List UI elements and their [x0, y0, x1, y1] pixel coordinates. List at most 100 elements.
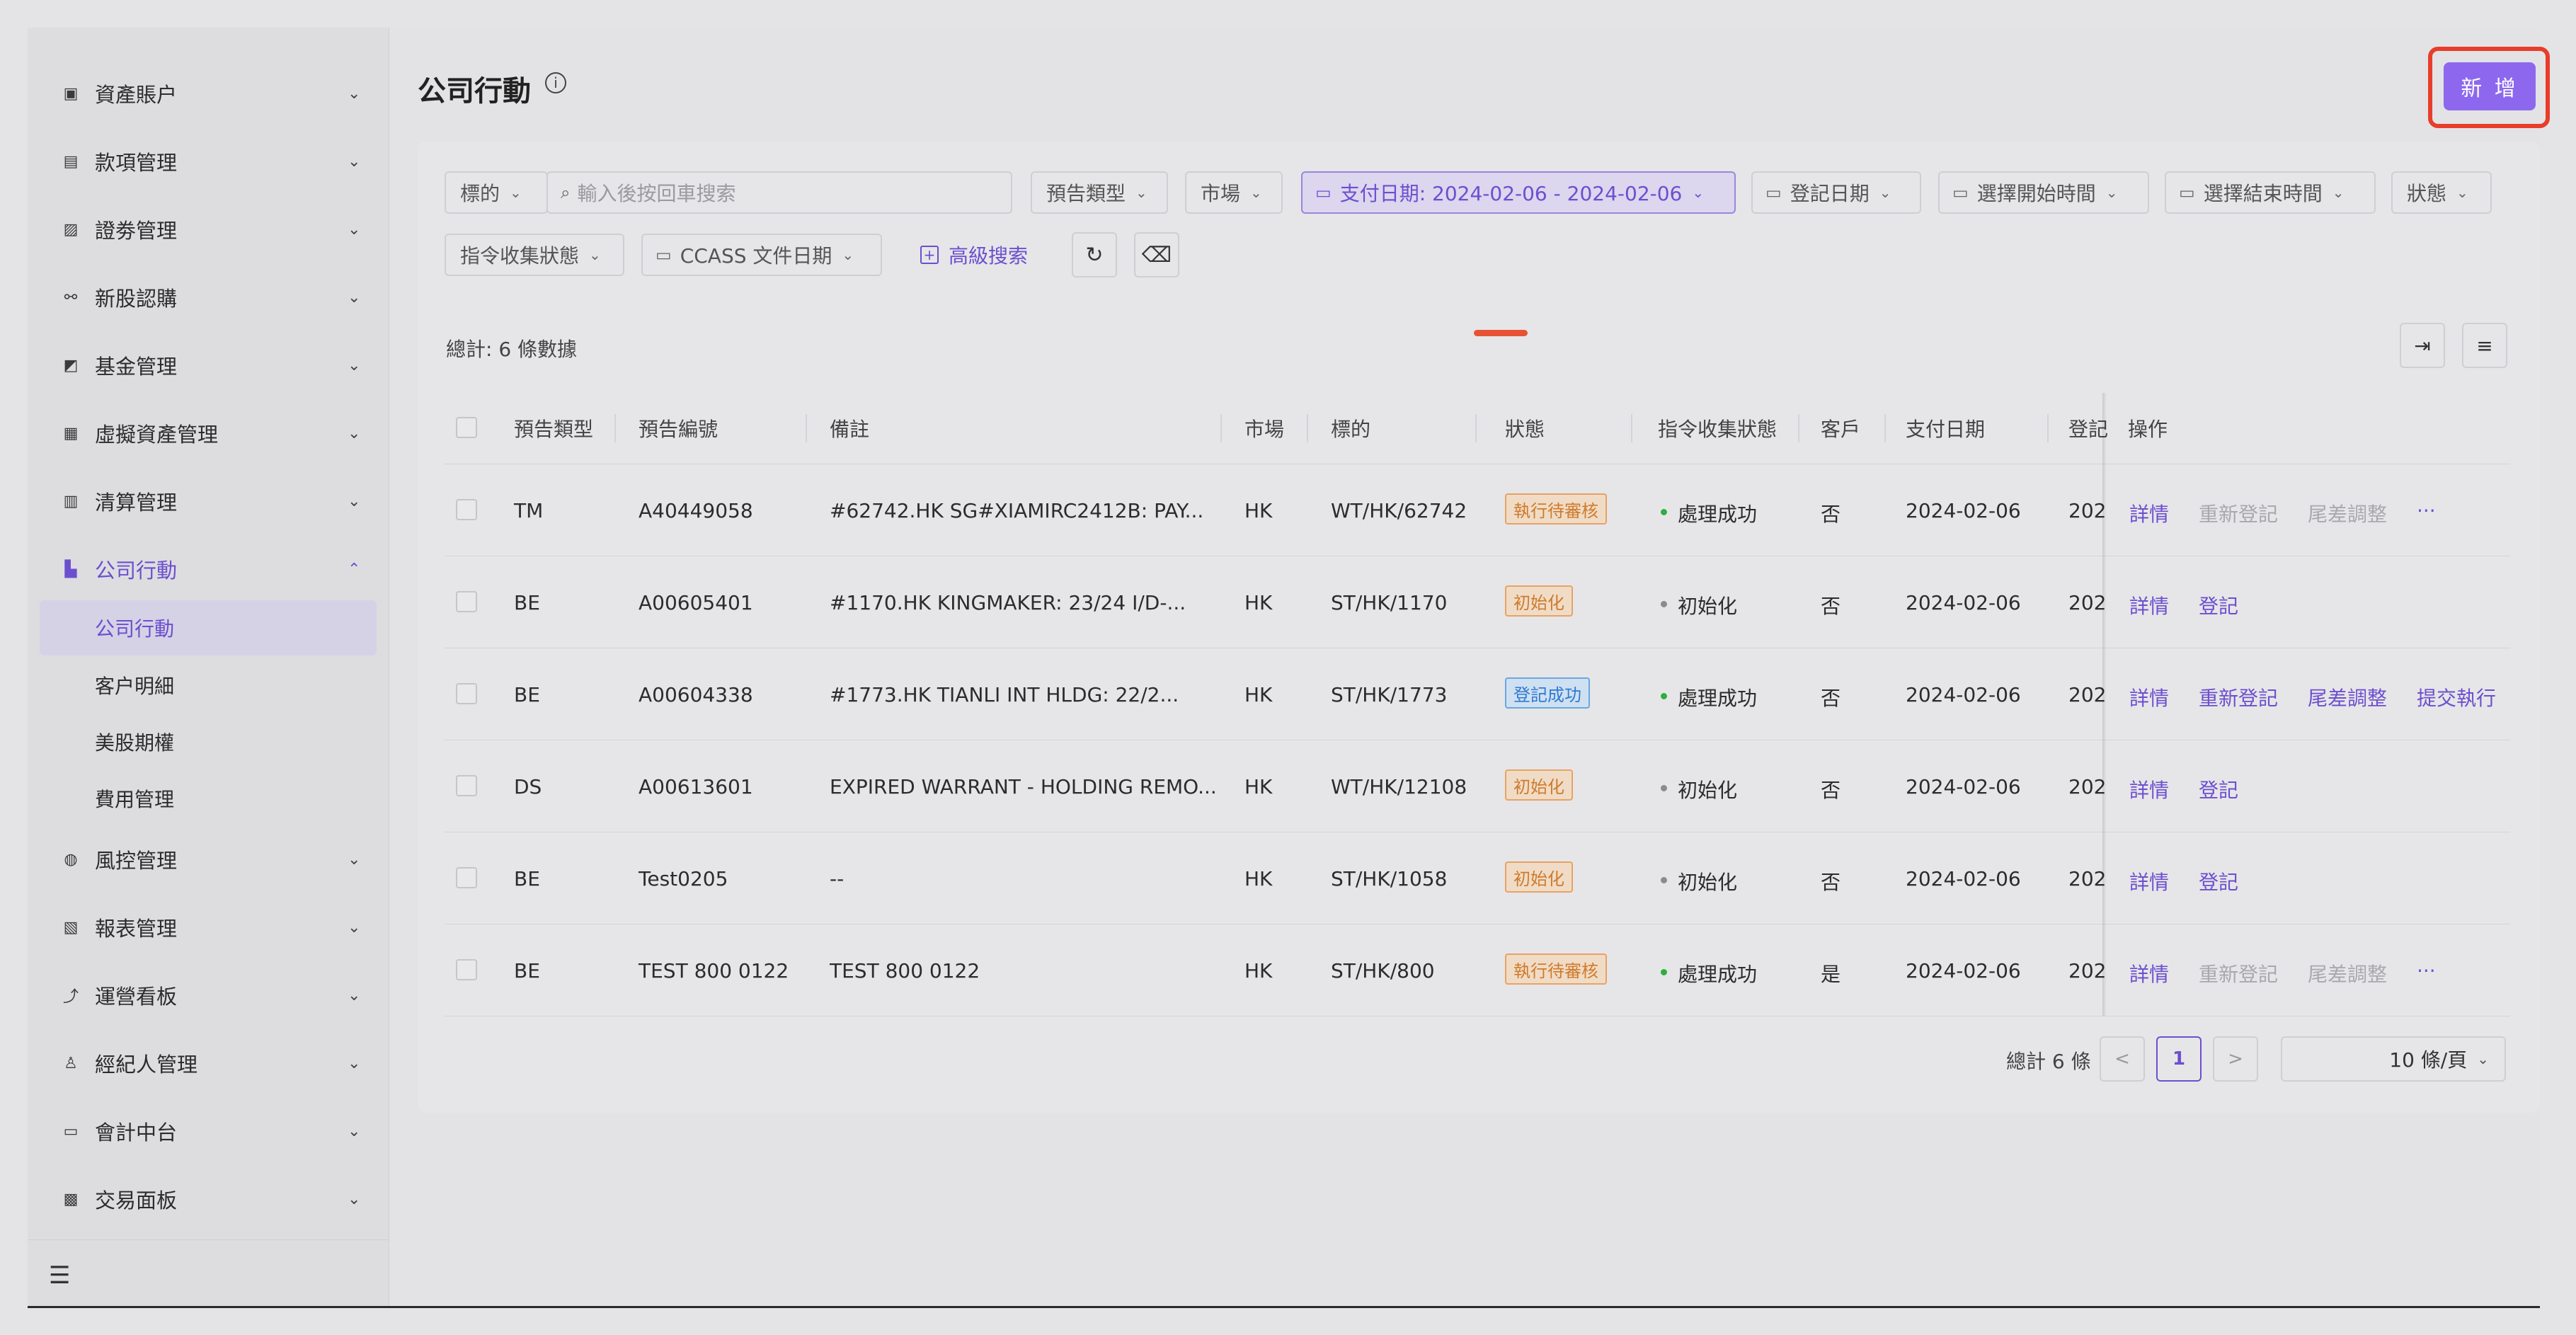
header-announce-id: 預告編號 [639, 418, 719, 441]
chart-icon: ⤴ [62, 988, 79, 1006]
row-checkbox[interactable] [456, 499, 477, 520]
end-time-picker[interactable]: ▭ 選擇結束時間 ⌄ [2165, 171, 2376, 214]
sidebar-subitem-label: 客户明細 [95, 675, 175, 698]
sidebar-subitem-0[interactable]: 公司行動 [40, 600, 377, 655]
status-dot [1661, 785, 1667, 791]
sidebar-subitem-2[interactable]: 美股期權 [40, 714, 377, 769]
page-1-button[interactable]: 1 [2156, 1036, 2202, 1082]
more-actions-icon[interactable]: ··· [2417, 959, 2436, 982]
action-link[interactable]: 登記 [2199, 775, 2238, 803]
sidebar-item-10[interactable]: ⤴ 運營看板 ⌄ [28, 963, 389, 1027]
action-link[interactable]: 尾差調整 [2308, 499, 2387, 527]
sidebar-item-12[interactable]: ▭ 會計中台 ⌄ [28, 1099, 389, 1163]
search-input[interactable]: ⌕ 輸入後按回車搜索 [546, 171, 1012, 214]
cell-market: HK [1244, 775, 1273, 798]
cell-note: EXPIRED WARRANT - HOLDING REMO... [830, 775, 1217, 798]
refresh-icon[interactable]: ↻ [1072, 232, 1117, 277]
sidebar-subitem-3[interactable]: 費用管理 [40, 771, 377, 826]
sidebar-item-13[interactable]: ▩ 交易面板 ⌄ [28, 1167, 389, 1231]
advanced-search-button[interactable]: + 高級搜索 [920, 241, 1028, 269]
sidebar-subitem-1[interactable]: 客户明細 [40, 658, 377, 713]
info-icon[interactable]: i [545, 72, 566, 93]
status-badge: 初始化 [1505, 769, 1573, 801]
action-link[interactable]: 尾差調整 [2308, 959, 2387, 987]
ccass-date-picker[interactable]: ▭ CCASS 文件日期 ⌄ [641, 234, 882, 276]
action-link[interactable]: 重新登記 [2199, 683, 2278, 711]
risk-icon: ◍ [64, 850, 78, 869]
prev-page-button[interactable]: < [2100, 1036, 2145, 1082]
action-link[interactable]: 尾差調整 [2308, 683, 2387, 711]
sidebar-item-7[interactable]: ▙ 公司行動 ⌃ [28, 537, 389, 601]
status-select[interactable]: 狀態 ⌄ [2391, 171, 2492, 214]
sidebar-item-label: 款項管理 [95, 151, 178, 175]
cell-client: 否 [1821, 595, 1841, 618]
select-all-checkbox[interactable] [456, 417, 477, 438]
cell-announce-type: BE [514, 959, 540, 982]
action-link[interactable]: 登記 [2199, 591, 2238, 619]
header-actions: 操作 [2128, 418, 2168, 441]
header-symbol: 標的 [1331, 418, 1371, 441]
sidebar-item-8[interactable]: ◍ 風控管理 ⌄ [28, 827, 389, 891]
action-link[interactable]: 登記 [2199, 867, 2238, 895]
sidebar-item-1[interactable]: ▤ 款項管理 ⌄ [28, 130, 389, 193]
sidebar-item-0[interactable]: ▣ 資產賬户 ⌄ [28, 62, 389, 125]
cell-pay-date: 2024-02-06 [1906, 683, 2021, 706]
cell-reg-date: 202 [2068, 775, 2107, 798]
cell-market: HK [1244, 867, 1273, 890]
action-link[interactable]: 重新登記 [2199, 959, 2278, 987]
header-market: 市場 [1244, 418, 1285, 441]
sidebar-item-label: 證劵管理 [95, 219, 178, 243]
action-link[interactable]: 詳情 [2129, 499, 2169, 527]
more-actions-icon[interactable]: ··· [2417, 499, 2436, 522]
row-checkbox[interactable] [456, 867, 477, 888]
column-settings-icon[interactable]: ≡ [2462, 323, 2507, 368]
start-time-picker[interactable]: ▭ 選擇開始時間 ⌄ [1938, 171, 2149, 214]
reg-date-picker[interactable]: ▭ 登記日期 ⌄ [1751, 171, 1921, 214]
sidebar-item-4[interactable]: ◩ 基金管理 ⌄ [28, 333, 389, 397]
sidebar-item-3[interactable]: ⚯ 新股認購 ⌄ [28, 265, 389, 329]
action-link[interactable]: 詳情 [2129, 867, 2169, 895]
chevron-down-icon: ⌄ [1692, 184, 1705, 201]
crypto-icon: ▦ [63, 424, 79, 442]
table-row: BE TEST 800 0122 TEST 800 0122 HK ST/HK/800 執… [445, 924, 2510, 1016]
status-badge: 初始化 [1505, 585, 1573, 617]
sidebar-item-11[interactable]: ♙ 經紀人管理 ⌄ [28, 1031, 389, 1095]
page-size-select[interactable]: 10 條/頁 ⌄ [2281, 1036, 2506, 1082]
action-link[interactable]: 詳情 [2129, 959, 2169, 987]
instr-status-select[interactable]: 指令收集狀態 ⌄ [445, 234, 624, 276]
new-button[interactable]: 新 增 [2444, 62, 2536, 110]
sidebar-item-6[interactable]: ▥ 清算管理 ⌄ [28, 469, 389, 533]
clear-filter-icon[interactable]: ⌫ [1134, 232, 1179, 277]
symbol-select[interactable]: 標的 ⌄ [445, 171, 548, 214]
sidebar-item-label: 公司行動 [95, 558, 178, 583]
status-badge: 登記成功 [1505, 677, 1590, 709]
action-link[interactable]: 提交執行 [2417, 683, 2496, 711]
sidebar-item-5[interactable]: ▦ 虛擬資產管理 ⌄ [28, 401, 389, 465]
collapse-sidebar-icon[interactable]: ☰ [49, 1261, 70, 1290]
chevron-down-icon: ⌄ [589, 246, 601, 263]
row-checkbox[interactable] [456, 775, 477, 796]
announce-type-select[interactable]: 預告類型 ⌄ [1031, 171, 1168, 214]
action-link[interactable]: 詳情 [2129, 683, 2169, 711]
cell-announce-id: Test0205 [639, 867, 728, 890]
next-page-button[interactable]: > [2213, 1036, 2258, 1082]
sidebar-item-2[interactable]: ▨ 證劵管理 ⌄ [28, 197, 389, 261]
pay-date-label: 支付日期: 2024-02-06 - 2024-02-06 [1339, 182, 1683, 205]
header-announce-type: 預告類型 [514, 418, 594, 441]
row-checkbox[interactable] [456, 591, 477, 612]
action-link[interactable]: 詳情 [2129, 775, 2169, 803]
sidebar-item-label: 報表管理 [95, 917, 178, 941]
securities-icon: ▨ [63, 220, 79, 239]
row-checkbox[interactable] [456, 959, 477, 980]
sidebar-item-9[interactable]: ▧ 報表管理 ⌄ [28, 895, 389, 959]
sidebar-item-label: 基金管理 [95, 355, 178, 379]
market-select[interactable]: 市場 ⌄ [1185, 171, 1283, 214]
action-link[interactable]: 重新登記 [2199, 499, 2278, 527]
export-icon[interactable]: ⇥ [2400, 323, 2445, 368]
pay-date-range[interactable]: ▭ 支付日期: 2024-02-06 - 2024-02-06 ⌄ [1301, 171, 1736, 214]
sidebar-item-label: 虛擬資產管理 [95, 423, 219, 447]
action-link[interactable]: 詳情 [2129, 591, 2169, 619]
row-checkbox[interactable] [456, 683, 477, 704]
calendar-icon: ▭ [1765, 183, 1782, 202]
table-row: BE Test0205 -- HK ST/HK/1058 初始化 初始化 否 2024-02-0… [445, 832, 2510, 924]
